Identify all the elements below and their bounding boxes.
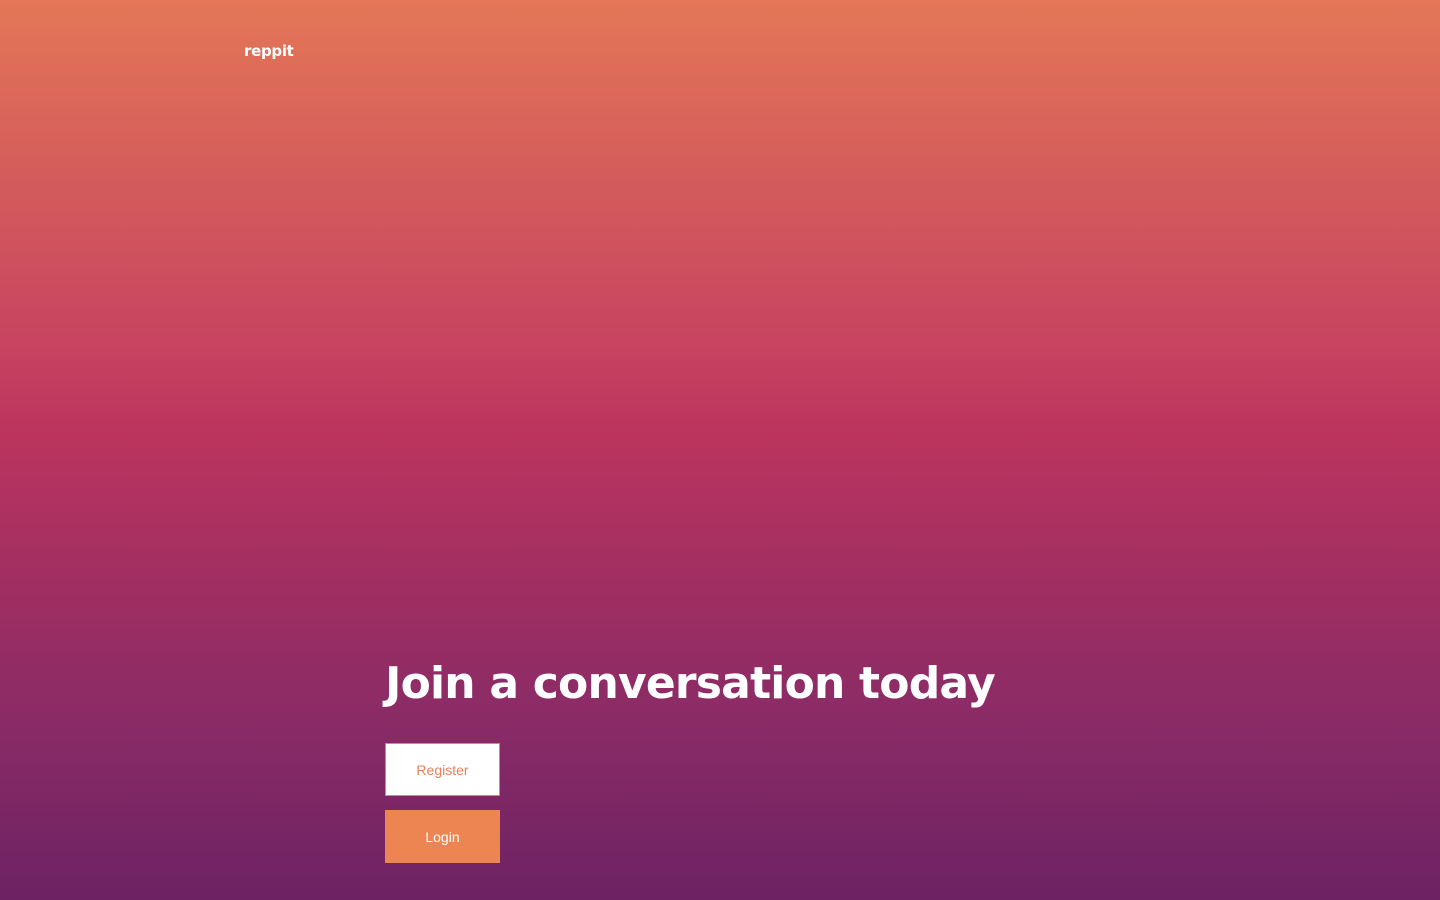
login-button[interactable]: Login (385, 810, 500, 863)
hero-headline: Join a conversation today (385, 658, 996, 709)
register-button[interactable]: Register (385, 743, 500, 796)
brand-logo[interactable]: reppit (244, 42, 294, 60)
hero-section: Join a conversation today Register Login (385, 656, 1085, 863)
